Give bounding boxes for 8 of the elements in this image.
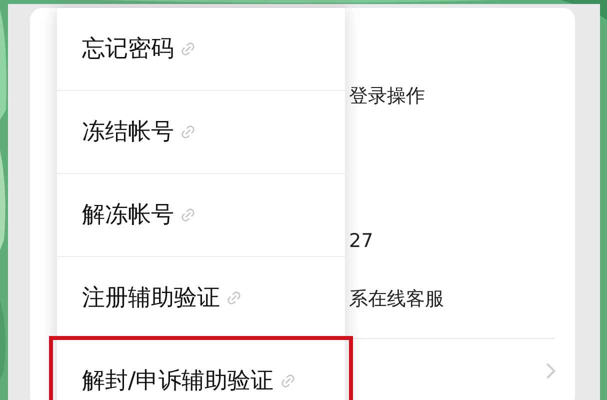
row-text: 登录操作 xyxy=(349,85,425,107)
row-text: 27 xyxy=(349,230,374,252)
row-text: 系在线客服 xyxy=(349,288,444,310)
menu-item[interactable]: 注册辅助验证 xyxy=(57,257,345,340)
menu-item[interactable]: 解封/申诉辅助验证 xyxy=(53,340,349,400)
menu-item[interactable]: 冻结帐号 xyxy=(57,91,345,174)
menu-item[interactable]: 解冻帐号 xyxy=(57,174,345,257)
menu-item[interactable]: 忘记密码 xyxy=(57,8,345,91)
